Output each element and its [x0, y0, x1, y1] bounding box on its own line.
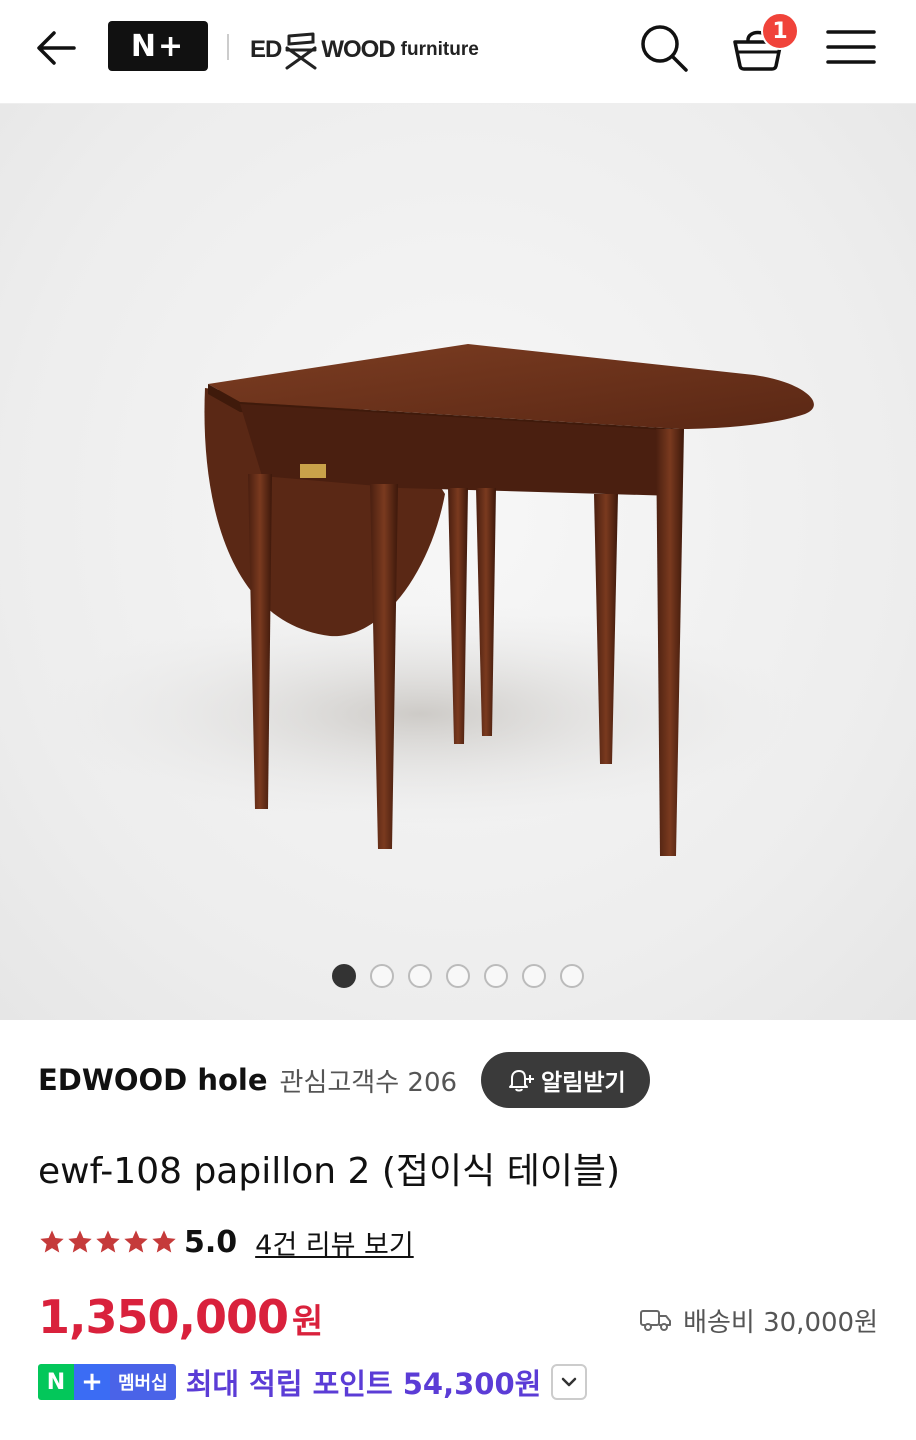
watchers-count: 관심고객수 206: [279, 1067, 458, 1098]
max-points-text: 최대 적립 포인트 54,300원: [185, 1367, 542, 1401]
carousel-dot[interactable]: [408, 964, 432, 988]
carousel-dot[interactable]: [522, 964, 546, 988]
naver-plus-membership-badge: N + 멤버십: [38, 1364, 176, 1400]
bell-plus-icon: [509, 1070, 535, 1092]
price-row: 1,350,000 원: [38, 1290, 323, 1350]
points-details-toggle[interactable]: [551, 1364, 588, 1400]
shipping-fee-text: 배송비 30,000원: [683, 1307, 878, 1338]
chevron-down-icon: [562, 1377, 577, 1387]
carousel-dot[interactable]: [446, 964, 470, 988]
star-icon: [96, 1230, 120, 1253]
store-info-row: EDWOOD hole 관심고객수 206 알림받기: [38, 1052, 650, 1108]
cart-count-badge: 1: [761, 12, 799, 50]
carousel-dot[interactable]: [484, 964, 508, 988]
star-icon: [40, 1230, 64, 1253]
store-logo-text-left: ED: [250, 36, 282, 63]
store-logo-suffix: furniture: [400, 39, 479, 60]
search-icon: [641, 25, 688, 72]
rating-row: 5.0 4건 리뷰 보기: [38, 1222, 414, 1262]
membership-points-row: N + 멤버십 최대 적립 포인트 54,300원: [38, 1360, 588, 1404]
naver-plus-logo[interactable]: N+: [108, 21, 208, 71]
carousel-dot[interactable]: [560, 964, 584, 988]
store-logo-text-right: WOOD: [321, 36, 395, 63]
shipping-fee: 배송비 30,000원: [639, 1300, 878, 1340]
product-title: ewf-108 papillon 2 (접이식 테이블): [38, 1151, 621, 1192]
carousel-dot[interactable]: [370, 964, 394, 988]
menu-button[interactable]: [824, 24, 878, 70]
star-icon: [124, 1230, 148, 1253]
carousel-pagination: [0, 964, 916, 988]
product-image-carousel[interactable]: [0, 104, 916, 1020]
directors-chair-icon: [285, 32, 317, 70]
store-name-link[interactable]: EDWOOD hole: [38, 1063, 268, 1097]
hamburger-menu-icon: [826, 30, 876, 64]
product-price: 1,350,000: [38, 1290, 289, 1344]
star-icon: [152, 1230, 176, 1253]
notification-subscribe-label: 알림받기: [541, 1070, 626, 1096]
arrow-left-icon: [37, 31, 76, 65]
store-logo[interactable]: ED WOOD furniture: [250, 28, 479, 72]
notification-subscribe-button[interactable]: 알림받기: [481, 1052, 650, 1108]
product-photo-drop-leaf-table: [40, 344, 814, 856]
top-nav-bar: N+ ED WOOD furniture 1: [0, 0, 916, 104]
carousel-dot[interactable]: [332, 964, 356, 988]
logo-divider: [227, 34, 229, 60]
star-icon: [68, 1230, 92, 1253]
search-button[interactable]: [636, 20, 692, 76]
view-reviews-link[interactable]: 4건 리뷰 보기: [255, 1223, 414, 1262]
price-currency: 원: [292, 1302, 324, 1342]
delivery-truck-icon: [640, 1310, 672, 1331]
rating-value: 5.0: [184, 1224, 238, 1260]
star-rating: [38, 1228, 178, 1256]
back-button[interactable]: [30, 22, 82, 74]
